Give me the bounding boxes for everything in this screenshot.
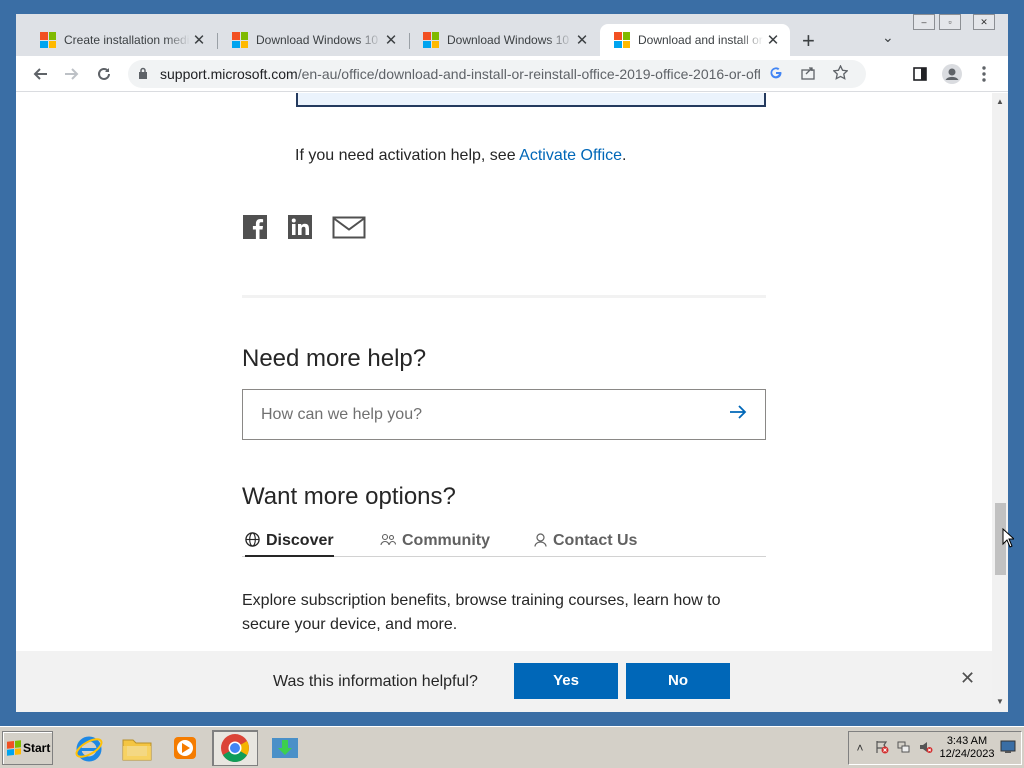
discover-description: Explore subscription benefits, browse tr…	[242, 592, 721, 633]
tab-contact-us-label: Contact Us	[553, 532, 638, 549]
need-more-help-heading: Need more help?	[242, 345, 427, 372]
mouse-cursor-icon	[1002, 528, 1014, 548]
address-bar[interactable]: support.microsoft.com/en-au/office/downl…	[128, 60, 866, 88]
reload-icon	[98, 67, 110, 80]
new-tab-button[interactable]: +	[802, 28, 815, 54]
profile-avatar-icon	[942, 64, 962, 84]
options-tabs: Discover Community Contact Us	[242, 525, 766, 557]
person-icon	[534, 532, 547, 550]
browser-tab-2[interactable]: Download Windows 10 ✕	[218, 24, 408, 56]
section-divider	[242, 295, 766, 298]
start-label: Start	[23, 741, 51, 755]
feedback-yes-button[interactable]: Yes	[514, 663, 618, 699]
action-center-flag-icon[interactable]	[871, 740, 893, 757]
tab-community[interactable]: Community	[380, 527, 490, 555]
clock-time: 3:43 AM	[946, 735, 988, 747]
facebook-icon[interactable]	[242, 214, 268, 240]
maximize-button[interactable]: ▫	[939, 14, 961, 30]
forward-button[interactable]	[60, 62, 84, 86]
want-more-options-heading: Want more options?	[242, 483, 456, 510]
tab-close-icon[interactable]: ✕	[382, 31, 400, 49]
linkedin-icon[interactable]	[287, 214, 313, 240]
share-icon[interactable]	[792, 66, 824, 83]
url-host: support.microsoft.com	[160, 66, 298, 82]
forward-arrow-icon	[65, 68, 79, 80]
browser-tab-3[interactable]: Download Windows 10 Me ✕	[409, 24, 599, 56]
page-scrollbar[interactable]: ▲ ▼	[992, 93, 1008, 712]
mail-icon[interactable]	[332, 214, 366, 240]
chrome-icon[interactable]	[212, 730, 258, 766]
side-panel-icon	[913, 67, 927, 81]
browser-menu-button[interactable]	[972, 62, 996, 86]
lock-icon	[138, 67, 152, 82]
system-tray: ˄ 3:43 AM 12/24/2023	[848, 731, 1022, 765]
tab-close-icon[interactable]: ✕	[190, 31, 208, 49]
close-window-button[interactable]: ✕	[973, 14, 995, 30]
scroll-up-icon[interactable]: ▲	[992, 97, 1008, 106]
network-icon[interactable]	[893, 740, 915, 757]
activation-help-text: If you need activation help, see Activat…	[295, 147, 626, 165]
google-lens-icon[interactable]	[760, 66, 792, 83]
tab-community-label: Community	[402, 532, 490, 549]
url-text: support.microsoft.com/en-au/office/downl…	[160, 66, 760, 82]
browser-tab-1[interactable]: Create installation media f ✕	[26, 24, 216, 56]
arrow-right-icon[interactable]	[729, 403, 747, 426]
bookmark-star-icon[interactable]	[824, 64, 856, 83]
tab-title: Download Windows 10 Me	[447, 33, 573, 47]
tab-close-icon[interactable]: ✕	[764, 31, 782, 49]
kebab-menu-icon	[982, 66, 986, 82]
previous-section-box	[296, 93, 766, 107]
url-path: /en-au/office/download-and-install-or-re…	[297, 66, 760, 82]
taskbar: Start ˄ 3:43 AM 12/24/2023	[0, 726, 1024, 768]
tab-search-button[interactable]: ⌄	[882, 29, 894, 46]
feedback-no-button[interactable]: No	[626, 663, 730, 699]
feedback-question: Was this information helpful?	[273, 673, 478, 690]
tab-discover[interactable]: Discover	[245, 527, 334, 557]
ie-icon[interactable]	[66, 730, 112, 766]
media-player-icon[interactable]	[162, 730, 208, 766]
explorer-icon[interactable]	[114, 730, 160, 766]
volume-muted-icon[interactable]	[915, 740, 937, 757]
side-panel-button[interactable]	[908, 62, 932, 86]
feedback-bar: Was this information helpful? Yes No ✕	[16, 651, 992, 712]
minimize-button[interactable]: –	[913, 14, 935, 30]
scroll-down-icon[interactable]: ▼	[992, 697, 1008, 706]
windows-flag-icon	[7, 740, 21, 756]
microsoft-logo-icon	[232, 32, 248, 48]
activation-prefix: If you need activation help, see	[295, 147, 520, 164]
microsoft-logo-icon	[614, 32, 630, 48]
feedback-close-icon[interactable]: ✕	[960, 668, 975, 689]
globe-icon	[245, 532, 260, 550]
tab-title: Download and install or re	[638, 33, 764, 47]
clock-date: 12/24/2023	[939, 748, 995, 760]
help-search-input[interactable]	[261, 405, 729, 424]
tab-title: Create installation media f	[64, 33, 190, 47]
microsoft-logo-icon	[40, 32, 56, 48]
page-content: If you need activation help, see Activat…	[16, 93, 992, 712]
clock[interactable]: 3:43 AM 12/24/2023	[937, 735, 997, 761]
back-button[interactable]	[28, 62, 52, 86]
back-arrow-icon	[33, 68, 47, 80]
tab-contact-us[interactable]: Contact Us	[534, 527, 637, 555]
browser-tab-4-active[interactable]: Download and install or re ✕	[600, 24, 790, 56]
profile-button[interactable]	[940, 62, 964, 86]
reload-button[interactable]	[92, 62, 116, 86]
people-icon	[380, 533, 397, 549]
activation-suffix: .	[622, 147, 627, 164]
tab-title: Download Windows 10	[256, 33, 379, 47]
browser-toolbar: support.microsoft.com/en-au/office/downl…	[16, 56, 1008, 92]
show-desktop-icon[interactable]	[997, 740, 1019, 757]
download-icon[interactable]	[262, 730, 308, 766]
tab-discover-label: Discover	[266, 532, 334, 549]
microsoft-logo-icon	[423, 32, 439, 48]
show-hidden-icons-button[interactable]: ˄	[849, 741, 871, 755]
browser-window: Create installation media f ✕ Download W…	[16, 14, 1008, 712]
activate-office-link[interactable]: Activate Office	[519, 147, 622, 164]
tab-strip: Create installation media f ✕ Download W…	[16, 14, 1008, 56]
start-button[interactable]: Start	[2, 731, 53, 765]
help-search-box[interactable]	[242, 389, 766, 440]
tab-close-icon[interactable]: ✕	[573, 31, 591, 49]
